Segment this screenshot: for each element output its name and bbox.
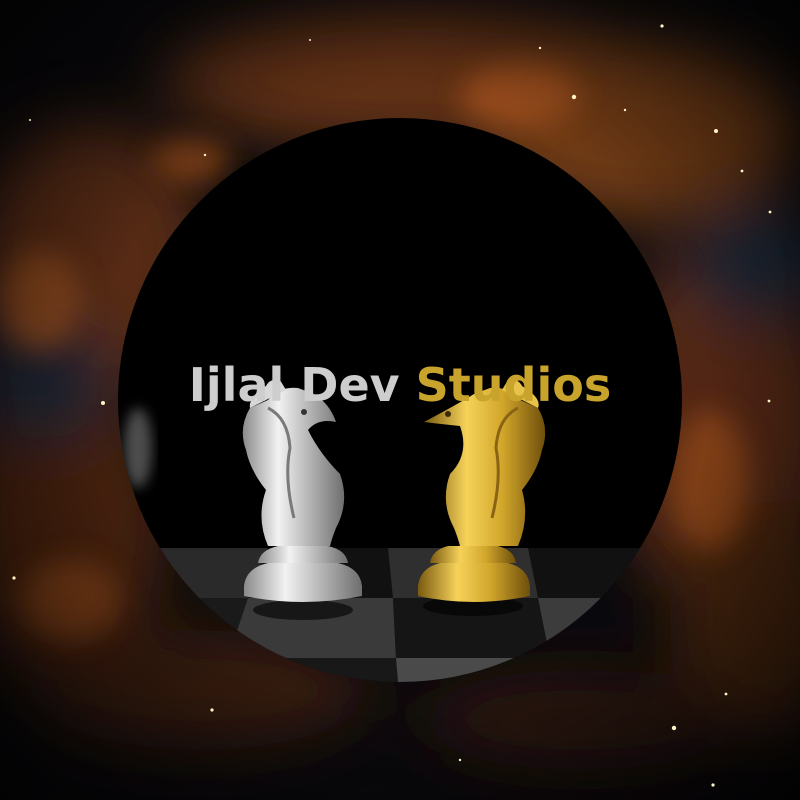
title-part-studios: Studios bbox=[415, 358, 612, 412]
studio-title: Ijlal Dev Studios bbox=[118, 362, 682, 408]
silver-knight-icon bbox=[242, 379, 362, 620]
title-part-ijlal-dev: Ijlal Dev bbox=[188, 358, 400, 412]
chess-board bbox=[118, 408, 682, 682]
gold-knight-icon bbox=[418, 379, 546, 616]
logo-canvas: Ijlal Dev Studios bbox=[0, 0, 800, 800]
logo-circle: Ijlal Dev Studios bbox=[118, 118, 682, 682]
